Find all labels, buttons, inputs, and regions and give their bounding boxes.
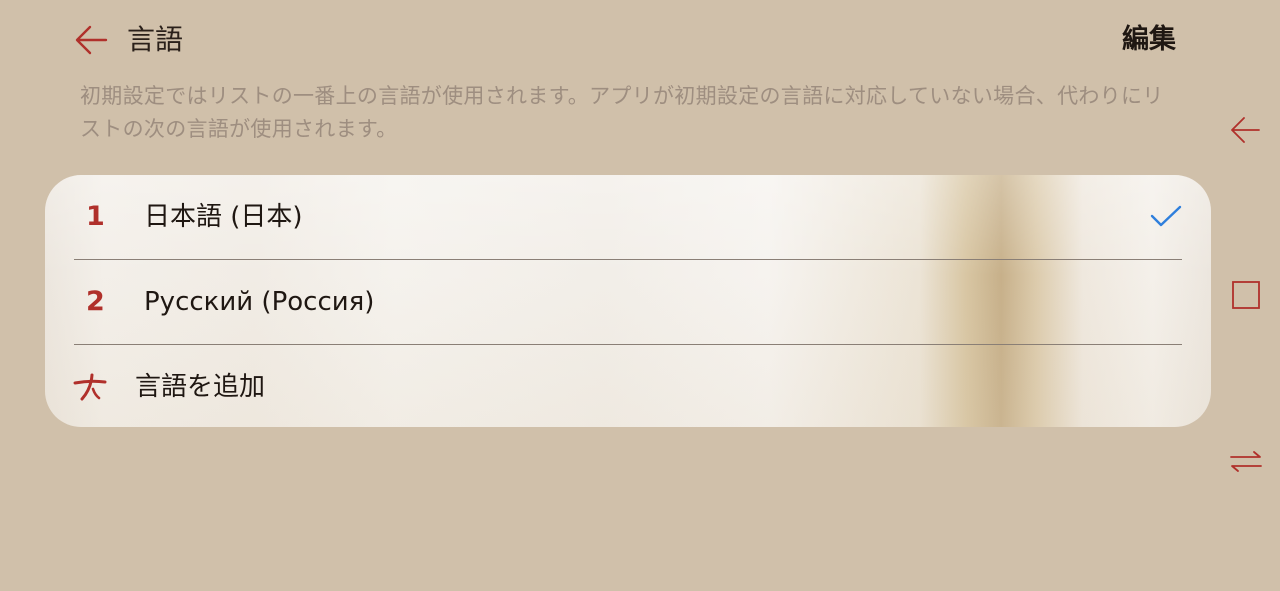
navigation-bar xyxy=(1226,110,1266,490)
edit-button[interactable]: 編集 xyxy=(1122,22,1176,58)
language-priority-number: 2 xyxy=(86,286,105,317)
add-language-row[interactable]: 言語を追加 xyxy=(45,345,1211,427)
language-row-japanese[interactable]: 1 日本語 (日本) xyxy=(45,175,1211,260)
checkmark-icon xyxy=(1150,205,1182,227)
plus-icon xyxy=(73,373,107,401)
top-bar: 言語 編集 xyxy=(0,0,1210,80)
nav-back-icon xyxy=(1231,117,1260,143)
nav-switch-icon xyxy=(1230,451,1262,472)
nav-back-button[interactable] xyxy=(1226,110,1266,150)
language-label: Русский (Россия) xyxy=(144,287,375,317)
add-language-label: 言語を追加 xyxy=(135,372,266,402)
nav-home-button[interactable] xyxy=(1226,275,1266,315)
back-arrow-icon xyxy=(75,25,108,55)
description-text: 初期設定ではリストの一番上の言語が使用されます。アプリが初期設定の言語に対応して… xyxy=(80,84,1164,141)
language-label: 日本語 (日本) xyxy=(144,202,303,232)
nav-home-square-icon xyxy=(1232,281,1260,309)
language-list-card: 1 日本語 (日本) 2 Русский (Россия) 言語を追加 xyxy=(45,175,1211,427)
page-title: 言語 xyxy=(127,23,184,56)
language-priority-number: 1 xyxy=(86,201,105,232)
nav-switch-button[interactable] xyxy=(1226,442,1266,482)
language-row-russian[interactable]: 2 Русский (Россия) xyxy=(45,260,1211,345)
back-button[interactable] xyxy=(72,22,112,58)
